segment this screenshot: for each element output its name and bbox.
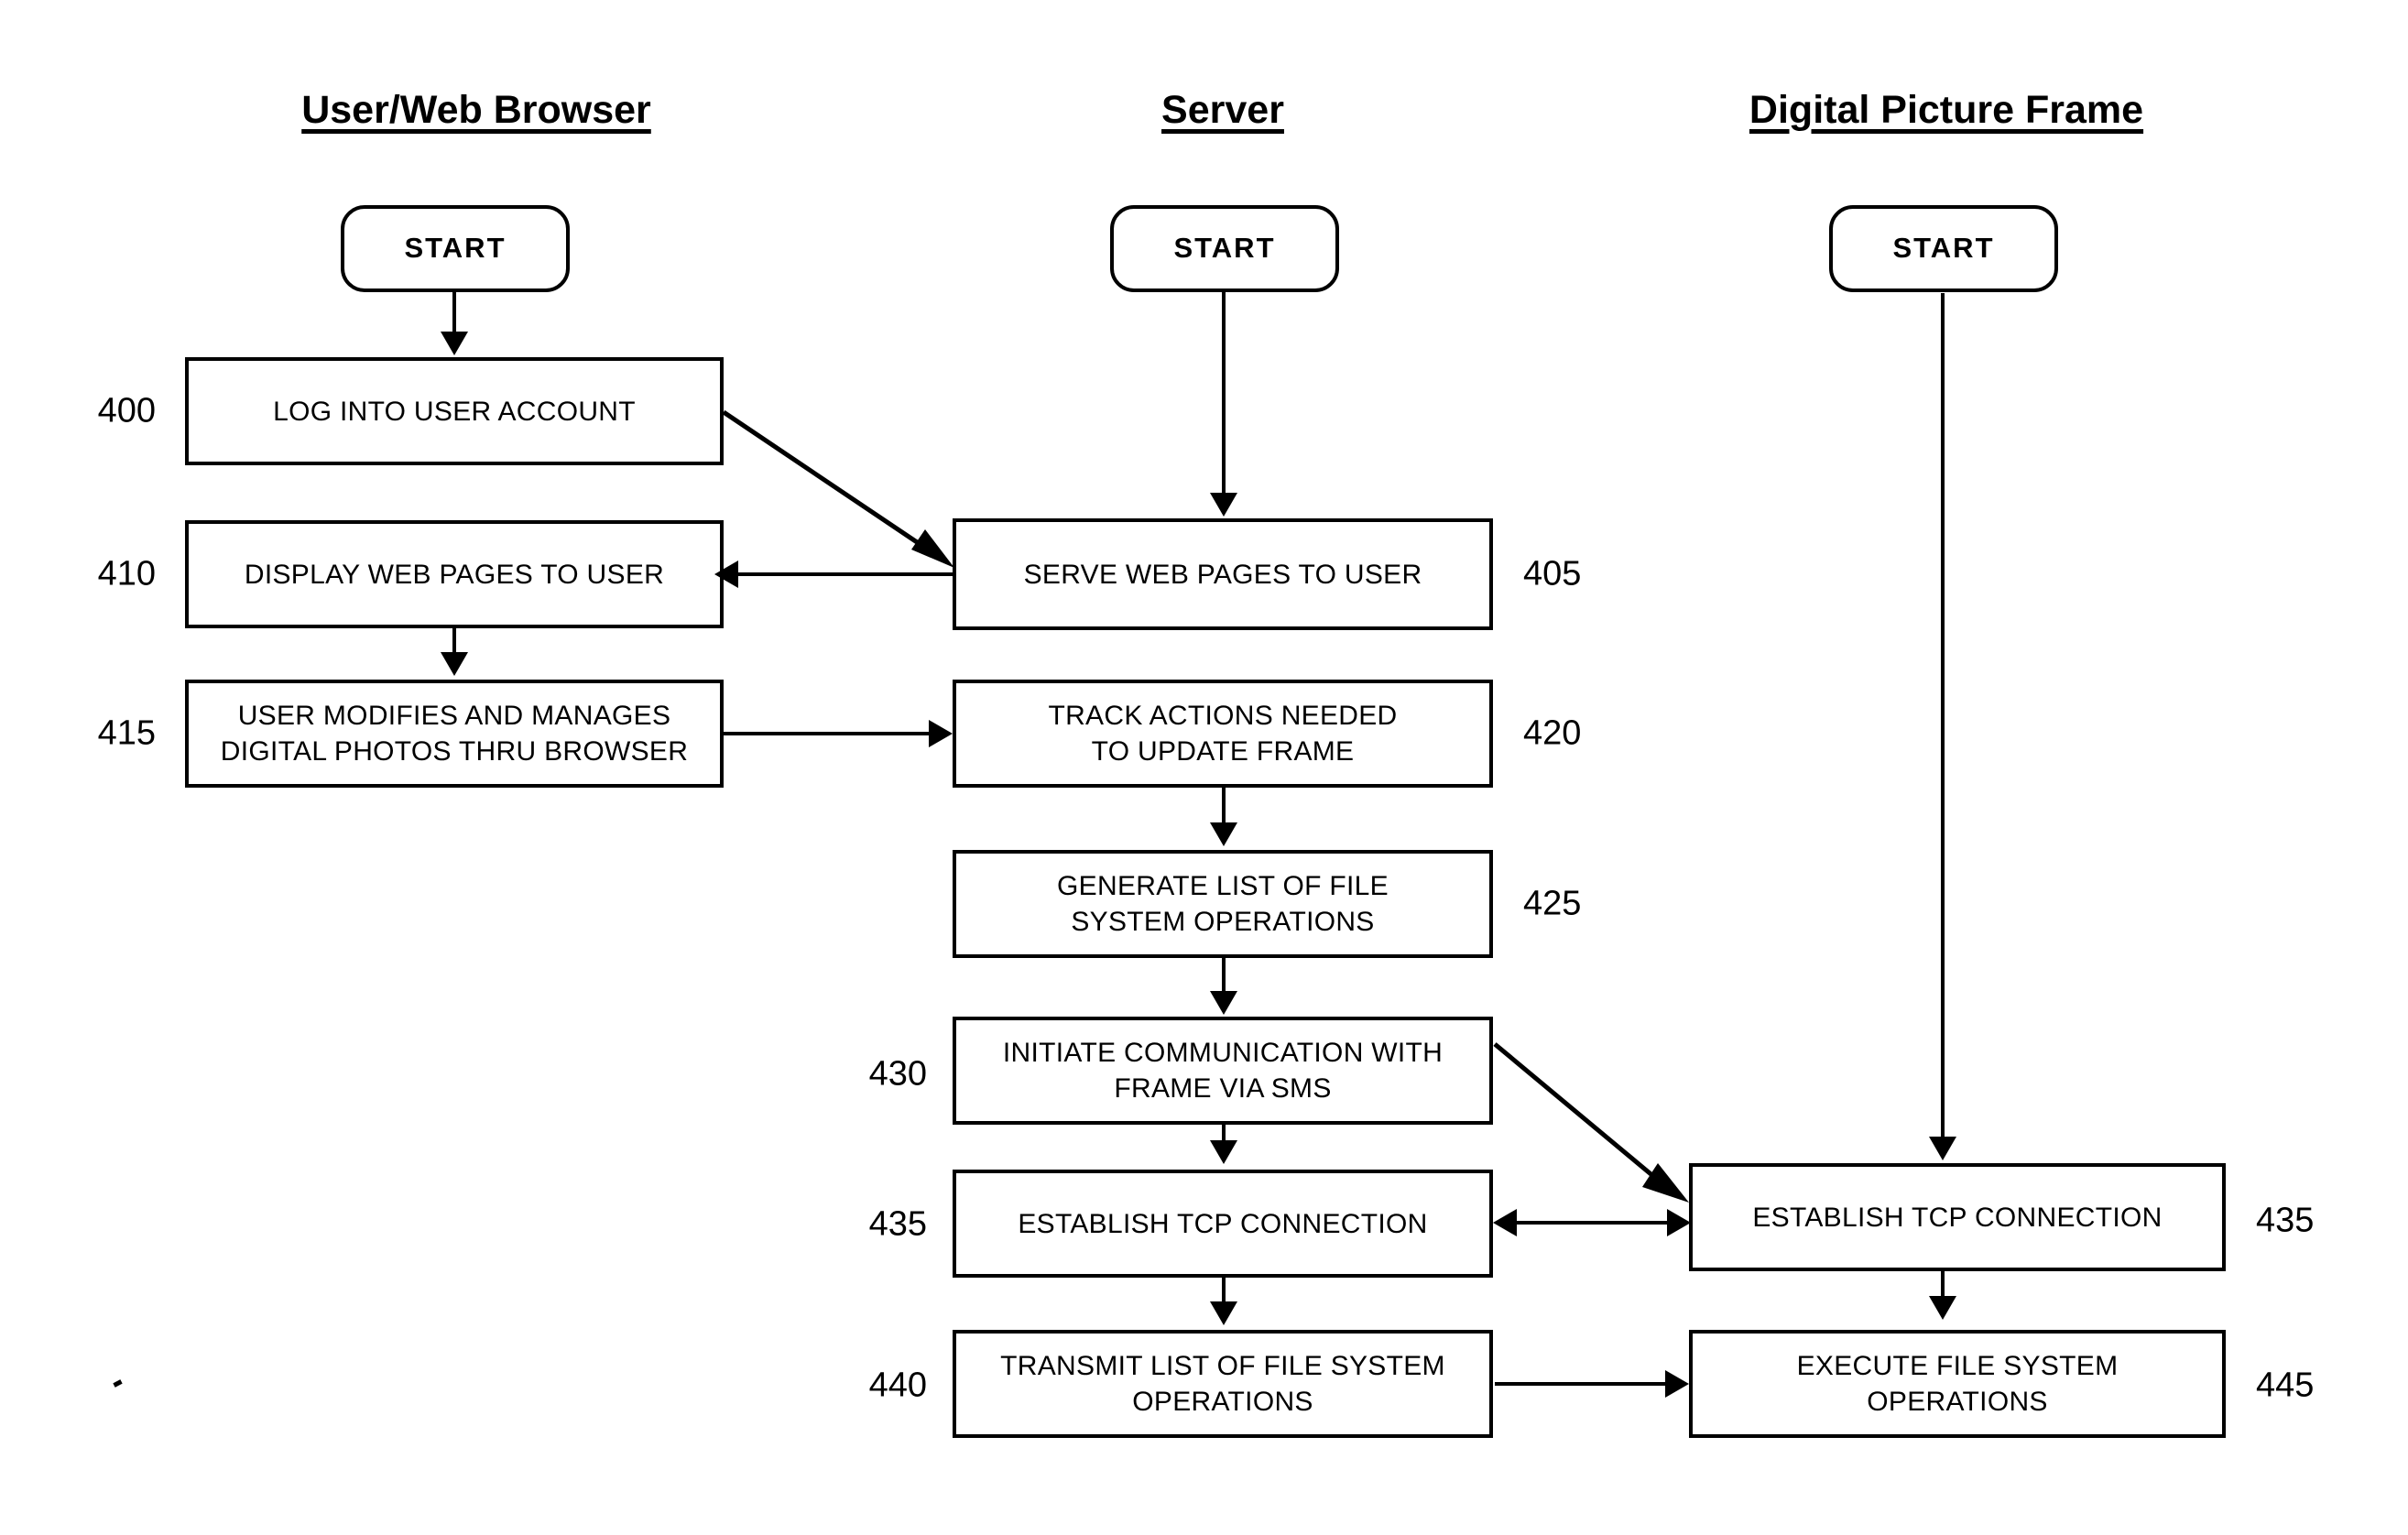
process-node-430-label: INITIATE COMMUNICATION WITH FRAME VIA SM… (1003, 1035, 1443, 1106)
process-node-435-frame-label: ESTABLISH TCP CONNECTION (1752, 1202, 2163, 1233)
process-node-425-label: GENERATE LIST OF FILE SYSTEM OPERATIONS (1057, 868, 1389, 940)
process-node-440-line1: TRANSMIT LIST OF FILE SYSTEM (1000, 1351, 1445, 1381)
scan-artifact-speck (113, 1379, 123, 1388)
connector-435-server-to-435-frame (1508, 1221, 1674, 1225)
process-node-415-label: USER MODIFIES AND MANAGES DIGITAL PHOTOS… (221, 698, 688, 769)
process-node-440: TRANSMIT LIST OF FILE SYSTEM OPERATIONS (953, 1330, 1493, 1438)
arrowhead-415-to-420 (929, 720, 953, 747)
process-node-440-label: TRANSMIT LIST OF FILE SYSTEM OPERATIONS (1000, 1348, 1445, 1420)
ref-number-435-frame: 435 (2256, 1201, 2315, 1240)
arrowhead-frame-start-to-435 (1929, 1137, 1956, 1160)
process-node-420-label: TRACK ACTIONS NEEDED TO UPDATE FRAME (1048, 698, 1397, 769)
terminator-user-start: START (341, 205, 570, 292)
connector-435-server-to-440 (1222, 1278, 1226, 1303)
connector-400-to-405 (722, 409, 954, 568)
terminator-frame-start: START (1829, 205, 2058, 292)
ref-number-440: 440 (868, 1366, 927, 1405)
arrowhead-435-frame-to-445 (1929, 1296, 1956, 1320)
process-node-435-server-label: ESTABLISH TCP CONNECTION (1018, 1208, 1428, 1239)
process-node-430-line1: INITIATE COMMUNICATION WITH (1002, 1038, 1444, 1068)
process-node-400-label: LOG INTO USER ACCOUNT (273, 396, 636, 427)
ref-number-420: 420 (1523, 713, 1582, 753)
process-node-435-frame: ESTABLISH TCP CONNECTION (1689, 1163, 2226, 1271)
process-node-405: SERVE WEB PAGES TO USER (953, 518, 1493, 630)
arrowhead-425-to-430 (1210, 991, 1237, 1015)
arrowhead-435-frame-to-435-server (1493, 1209, 1517, 1236)
ref-number-425: 425 (1523, 884, 1582, 923)
arrowhead-435-server-to-435-frame (1667, 1209, 1691, 1236)
column-header-server: Server (1161, 88, 1284, 132)
process-node-445-label: EXECUTE FILE SYSTEM OPERATIONS (1797, 1348, 2119, 1420)
connector-425-to-430 (1222, 958, 1226, 995)
process-node-445-line1: EXECUTE FILE SYSTEM (1796, 1351, 2119, 1381)
process-node-420: TRACK ACTIONS NEEDED TO UPDATE FRAME (953, 680, 1493, 788)
process-node-415: USER MODIFIES AND MANAGES DIGITAL PHOTOS… (185, 680, 724, 788)
process-node-420-line1: TRACK ACTIONS NEEDED (1048, 701, 1398, 731)
connector-440-to-445 (1495, 1382, 1667, 1386)
column-header-user-web-browser: User/Web Browser (301, 88, 651, 132)
process-node-445-line2: OPERATIONS (1867, 1387, 2048, 1417)
ref-number-410: 410 (97, 554, 156, 593)
ref-number-405: 405 (1523, 554, 1582, 593)
process-node-425: GENERATE LIST OF FILE SYSTEM OPERATIONS (953, 850, 1493, 958)
connector-415-to-420 (724, 732, 932, 735)
ref-number-415: 415 (97, 713, 156, 753)
connector-frame-start-to-435 (1941, 293, 1945, 1138)
connector-server-start-to-405 (1222, 292, 1226, 494)
connector-435-frame-to-445 (1941, 1271, 1945, 1299)
process-node-405-label: SERVE WEB PAGES TO USER (1023, 559, 1422, 590)
process-node-410-label: DISPLAY WEB PAGES TO USER (244, 559, 665, 590)
arrowhead-server-start-to-405 (1210, 493, 1237, 517)
arrowhead-440-to-445 (1665, 1370, 1689, 1398)
process-node-425-line2: SYSTEM OPERATIONS (1071, 907, 1375, 937)
connector-420-to-425 (1222, 788, 1226, 826)
column-header-digital-picture-frame: Digital Picture Frame (1749, 88, 2144, 132)
process-node-425-line1: GENERATE LIST OF FILE (1057, 871, 1389, 901)
process-node-430-line2: FRAME VIA SMS (1114, 1073, 1332, 1104)
ref-number-445: 445 (2256, 1366, 2315, 1405)
connector-405-to-410 (733, 572, 954, 576)
process-node-440-line2: OPERATIONS (1132, 1387, 1313, 1417)
connector-410-to-415 (452, 628, 456, 654)
ref-number-400: 400 (97, 391, 156, 430)
process-node-435-server: ESTABLISH TCP CONNECTION (953, 1170, 1493, 1278)
ref-number-430: 430 (868, 1054, 927, 1094)
flowchart-page: User/Web Browser Server Digital Picture … (0, 0, 2408, 1535)
process-node-415-line1: USER MODIFIES AND MANAGES (237, 701, 671, 731)
process-node-410: DISPLAY WEB PAGES TO USER (185, 520, 724, 628)
ref-number-435-server: 435 (868, 1204, 927, 1244)
arrowhead-420-to-425 (1210, 822, 1237, 846)
process-node-415-line2: DIGITAL PHOTOS THRU BROWSER (220, 736, 689, 767)
arrowhead-435-server-to-440 (1210, 1301, 1237, 1325)
arrowhead-430-to-435-server (1210, 1140, 1237, 1164)
process-node-400: LOG INTO USER ACCOUNT (185, 357, 724, 465)
process-node-420-line2: TO UPDATE FRAME (1091, 736, 1355, 767)
connector-user-start-to-400 (452, 292, 456, 336)
arrowhead-user-start-to-400 (441, 332, 468, 355)
terminator-server-start: START (1110, 205, 1339, 292)
process-node-430: INITIATE COMMUNICATION WITH FRAME VIA SM… (953, 1017, 1493, 1125)
arrowhead-410-to-415 (441, 652, 468, 676)
connector-430-to-435-frame (1493, 1042, 1689, 1203)
process-node-445: EXECUTE FILE SYSTEM OPERATIONS (1689, 1330, 2226, 1438)
arrowhead-405-to-410 (714, 561, 738, 588)
